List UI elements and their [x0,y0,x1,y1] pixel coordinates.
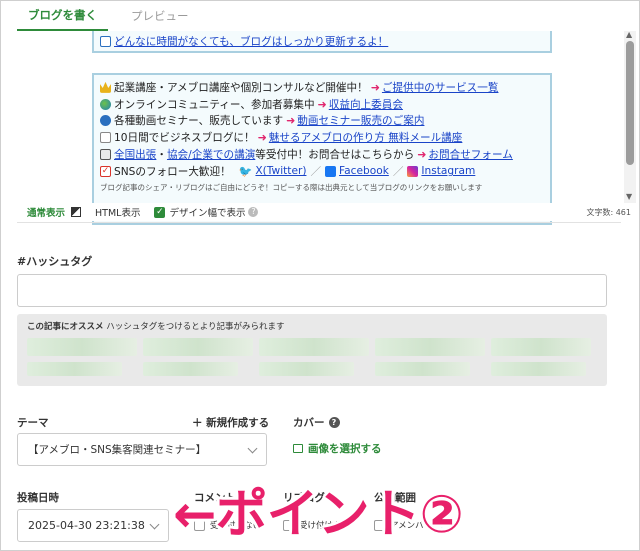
content-text: オンラインコミュニティー、参加者募集中 [114,98,315,111]
recommend-text: ハッシュタグをつけるとより記事がみられます [106,322,285,332]
pencil-note-icon [100,35,111,47]
post-date-select[interactable]: 2025-04-30 23:21:38 [17,509,169,542]
content-text: 起業講座・アメブロ講座や個別コンサルなど開催中！ [114,81,368,94]
content-line: どんなに時間がなくても、ブログはしっかり更新するよ！ [100,33,544,50]
html-view-button[interactable]: HTML表示 [95,205,140,219]
help-icon[interactable]: ? [248,207,259,217]
blog-editor-window: ブログを書く プレビュー どんなに時間がなくても、ブログはしっかり更新するよ！ … [0,0,640,551]
arrow-icon: ➜ [370,80,380,94]
post-date-value: 2025-04-30 23:21:38 [28,519,145,532]
hashtag-chip[interactable] [375,362,470,376]
help-icon[interactable]: ? [328,417,340,428]
tab-preview[interactable]: プレビュー [120,1,200,31]
hashtag-chip[interactable] [143,338,253,356]
twitter-bird-icon: 🐦 [238,164,253,178]
content-line: 全国出張 ・ 協会/企業での講演 等受付中！お問合せはこちらから ➜ お問合せフ… [100,146,544,163]
recommend-bold: この記事にオススメ [27,322,104,332]
hashtag-chip[interactable] [259,362,354,376]
content-link[interactable]: 魅せるアメブロの作り方 無料メール講座 [269,130,463,145]
scroll-up-arrow-icon[interactable]: ▲ [626,31,632,39]
select-image-button[interactable]: 画像を選択する [293,441,382,456]
content-text: 10日間でビジネスブログに！ [114,132,255,145]
content-link[interactable]: 収益向上委員会 [329,97,403,112]
checkbox-icon: ✓ [100,165,111,177]
arrow-icon: ➜ [317,97,327,111]
instagram-icon [407,165,419,177]
view-toggle-icon[interactable] [71,207,82,217]
scrollbar-thumb[interactable] [626,41,634,165]
content-text: 等受付中！お問合せはこちらから [255,149,415,162]
theme-selected-value: 【アメブロ・SNS集客関連セミナー】 [28,444,207,456]
chevron-down-icon [247,443,258,454]
tab-bar: ブログを書く プレビュー [1,1,639,31]
hashtag-chip[interactable] [375,338,485,356]
editor-content[interactable]: どんなに時間がなくても、ブログはしっかり更新するよ！ 起業講座・アメブロ講座や個… [87,31,637,225]
new-theme-button[interactable]: ＋ 新規作成する [192,415,269,430]
content-line: オンラインコミュニティー、参加者募集中 ➜ 収益向上委員会 [100,96,544,113]
globe-icon [100,98,111,110]
instagram-link[interactable]: Instagram [421,165,475,177]
content-line: 起業講座・アメブロ講座や個別コンサルなど開催中！ ➜ ご提供中のサービス一覧 [100,79,544,96]
hashtag-chip[interactable] [143,362,238,376]
monitor-icon [100,149,111,161]
normal-view-button[interactable]: 通常表示 [27,205,65,219]
recommended-hashtags-title: この記事にオススメ ハッシュタグをつけるとより記事がみられます [27,320,285,332]
theme-select[interactable]: 【アメブロ・SNS集客関連セミナー】 [17,433,267,466]
select-image-label: 画像を選択する [308,443,382,455]
content-text: SNSのフォロー大歓迎！ [114,165,231,178]
hashtag-chip[interactable] [27,362,122,376]
hashtag-chip[interactable] [27,338,137,356]
arrow-icon: ➜ [286,114,296,128]
content-box-top: どんなに時間がなくても、ブログはしっかり更新するよ！ [92,31,552,53]
slash-divider: ／ [310,165,322,178]
content-line: ✓ SNSのフォロー大歓迎！ 🐦 X(Twitter) ／ Facebook ／… [100,163,544,180]
content-link[interactable]: ご提供中のサービス一覧 [382,80,499,95]
editor-scrollbar[interactable]: ▲ ▼ [624,31,636,203]
slash-divider: ／ [392,165,404,178]
content-line: 各種動画セミナー、販売しています ➜ 動画セミナー販売のご案内 [100,113,544,130]
tab-write-blog[interactable]: ブログを書く [17,1,108,31]
recommended-hashtags: この記事にオススメ ハッシュタグをつけるとより記事がみられます [17,314,607,386]
arrow-icon: ➜ [417,148,427,162]
share-note: ブログ記事のシェア・リブログはご自由にどうぞ！コピーする際は出典元として当ブログ… [100,182,483,192]
content-text: 各種動画セミナー、販売しています [114,115,284,128]
content-link[interactable]: 全国出張 [114,147,156,162]
editor-footer: 通常表示 HTML表示 ✓ デザイン幅で表示 ? 文字数: 461 [17,203,637,221]
hashtag-label: #ハッシュタグ [17,255,93,268]
arrow-icon: ➜ [257,131,267,145]
design-width-checkbox[interactable]: ✓ [154,206,166,218]
crown-icon [100,81,111,93]
post-date-label: 投稿日時 [17,492,59,504]
design-width-label: デザイン幅で表示 [169,208,246,219]
content-link[interactable]: 動画セミナー販売のご案内 [297,113,424,128]
hashtag-chip[interactable] [491,338,591,356]
content-text: ・ [156,149,167,162]
image-icon [293,444,303,453]
content-line: 10日間でビジネスブログに！ ➜ 魅せるアメブロの作り方 無料メール講座 [100,129,544,146]
theme-label: テーマ [17,417,49,429]
video-icon [100,115,111,127]
hashtag-input[interactable] [17,274,607,307]
twitter-link[interactable]: X(Twitter) [255,165,306,177]
chevron-down-icon [149,519,160,530]
content-link[interactable]: どんなに時間がなくても、ブログはしっかり更新するよ！ [114,34,388,49]
annotation-point-2: ←ポイント② [173,484,464,545]
scroll-down-arrow-icon[interactable]: ▼ [626,193,632,201]
hashtag-chip[interactable] [491,362,586,376]
hashtag-chip[interactable] [259,338,369,356]
content-link[interactable]: 協会/企業での講演 [167,147,255,162]
content-link[interactable]: お問合せフォーム [428,147,512,162]
cover-label: カバー ? [293,415,340,430]
divider [17,222,621,223]
calendar-icon [100,132,111,144]
cover-label-text: カバー [293,417,325,429]
facebook-link[interactable]: Facebook [339,165,389,177]
facebook-icon [325,165,337,177]
char-count: 文字数: 461 [586,207,631,217]
